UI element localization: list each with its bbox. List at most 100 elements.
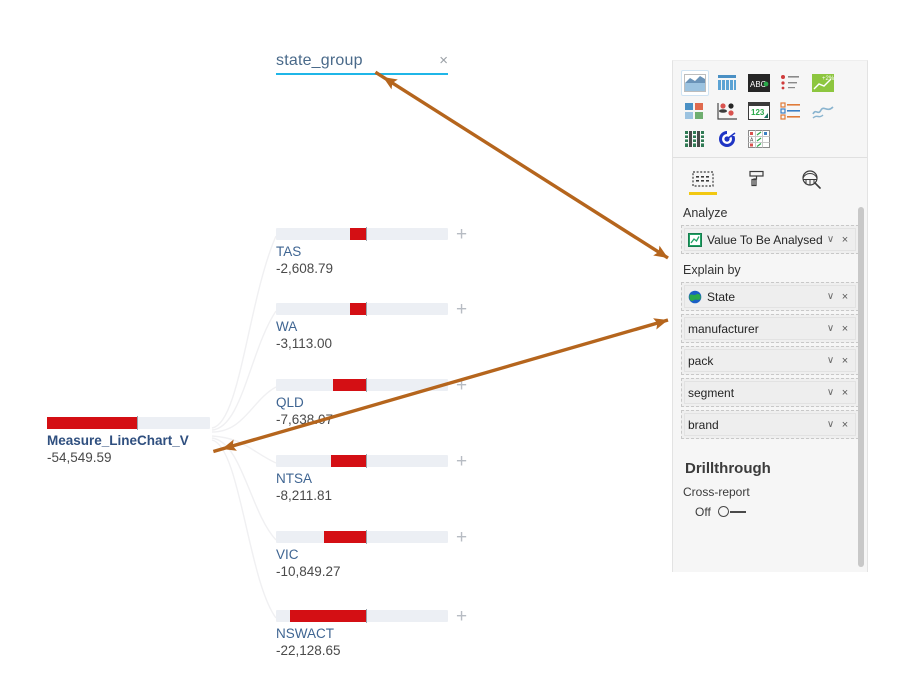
node-bar xyxy=(276,378,448,392)
node-label: NTSA xyxy=(276,471,313,486)
node-bar xyxy=(276,609,448,623)
matrix-icon[interactable]: A xyxy=(745,126,773,152)
node-bar-fill xyxy=(289,610,366,622)
tree-node[interactable]: TAS -2,608.79 xyxy=(276,227,448,278)
node-bar-tick xyxy=(366,227,367,241)
node-bar-tick xyxy=(366,609,367,623)
node-value: -22,128.65 xyxy=(276,643,341,658)
analyze-field-name: Value To Be Analysed xyxy=(707,232,823,247)
report-canvas: state_group × Measure_LineChart_V -54,54… xyxy=(0,0,912,699)
tab-format[interactable] xyxy=(741,168,773,198)
tree-node[interactable]: QLD -7,638.07 xyxy=(276,378,448,429)
tree-root-node[interactable]: Measure_LineChart_V -54,549.59 xyxy=(47,416,210,467)
node-bar-fill xyxy=(333,379,366,391)
remove-field-icon[interactable]: × xyxy=(838,387,852,399)
root-node-bar-tick xyxy=(136,416,138,430)
tab-fields[interactable] xyxy=(687,168,719,198)
expand-node-button[interactable]: + xyxy=(456,452,467,471)
tab-format-underline xyxy=(743,192,771,195)
node-value: -8,211.81 xyxy=(276,488,333,503)
remove-field-icon[interactable]: × xyxy=(838,419,852,431)
expand-node-button[interactable]: + xyxy=(456,528,467,547)
explain-by-well[interactable]: pack ∨ × xyxy=(681,346,859,375)
chevron-down-icon[interactable]: ∨ xyxy=(823,355,838,366)
explain-by-well[interactable]: brand ∨ × xyxy=(681,410,859,439)
tab-analytics-underline xyxy=(797,192,825,195)
root-node-bar xyxy=(47,416,210,430)
node-bar-tick xyxy=(366,530,367,544)
tab-analytics[interactable] xyxy=(795,168,827,198)
node-value: -7,638.07 xyxy=(276,412,334,427)
analyze-section-label: Analyze xyxy=(683,206,728,220)
stacked-bar-chart-icon[interactable] xyxy=(681,70,709,96)
arrow-value-field-to-level-header-head xyxy=(383,77,398,90)
remove-field-icon[interactable]: × xyxy=(838,355,852,367)
card-icon[interactable]: 123 xyxy=(745,98,773,124)
remove-field-icon[interactable]: × xyxy=(838,291,852,303)
measure-chart-icon xyxy=(688,232,702,247)
tree-node[interactable]: WA -3,113.00 xyxy=(276,302,448,353)
line-and-column-chart-icon[interactable]: +2% xyxy=(809,70,837,96)
clustered-column-chart-icon[interactable] xyxy=(713,70,741,96)
arrow-state-field-to-root-node-head xyxy=(222,439,237,451)
cross-report-toggle-row[interactable]: Off xyxy=(673,505,867,519)
field-name: pack xyxy=(688,353,714,368)
explain-by-well[interactable]: manufacturer ∨ × xyxy=(681,314,859,343)
node-bar xyxy=(276,227,448,241)
table-icon[interactable] xyxy=(713,126,741,152)
toggle-track xyxy=(729,511,746,513)
expand-node-button[interactable]: + xyxy=(456,300,467,319)
node-bar-fill xyxy=(349,303,366,315)
arrow-value-field-to-level-header-tail-head xyxy=(653,245,668,258)
multi-row-card-icon[interactable] xyxy=(777,98,805,124)
tab-fields-underline xyxy=(689,192,717,195)
node-label: NSWACT xyxy=(276,626,334,641)
waterfall-chart-icon[interactable] xyxy=(777,70,805,96)
expand-node-button[interactable]: + xyxy=(456,376,467,395)
tree-node[interactable]: VIC -10,849.27 xyxy=(276,530,448,581)
node-bar xyxy=(276,302,448,316)
field-name: segment xyxy=(688,385,735,400)
visualization-gallery: ABC +2% 123 A xyxy=(673,61,867,158)
field-name: State xyxy=(707,289,736,304)
node-bar xyxy=(276,454,448,468)
tree-node[interactable]: NSWACT -22,128.65 xyxy=(276,609,448,660)
remove-field-icon[interactable]: × xyxy=(838,323,852,335)
ribbon-chart-icon[interactable]: ABC xyxy=(745,70,773,96)
close-icon[interactable]: × xyxy=(439,53,448,68)
expand-node-button[interactable]: + xyxy=(456,225,467,244)
node-label: VIC xyxy=(276,547,299,562)
drillthrough-title: Drillthrough xyxy=(685,460,771,477)
remove-field-icon[interactable]: × xyxy=(838,234,852,246)
node-bar-fill xyxy=(323,531,366,543)
cross-report-toggle[interactable] xyxy=(717,506,748,518)
explain-by-well[interactable]: segment ∨ × xyxy=(681,378,859,407)
level-header-state-group[interactable]: state_group × xyxy=(276,52,448,75)
node-bar-tick xyxy=(366,378,367,392)
root-node-value: -54,549.59 xyxy=(47,450,112,465)
root-node-bar-fill xyxy=(47,417,137,429)
chevron-down-icon[interactable]: ∨ xyxy=(823,234,838,245)
slicer-icon[interactable] xyxy=(681,126,709,152)
node-value: -2,608.79 xyxy=(276,261,334,276)
chevron-down-icon[interactable]: ∨ xyxy=(823,387,838,398)
explain-by-wells: State ∨ × manufacturer ∨ × pack ∨ × segment ∨ × bran… xyxy=(673,282,867,439)
explain-by-well[interactable]: State ∨ × xyxy=(681,282,859,311)
level-header-label: state_group xyxy=(276,52,363,69)
root-node-label: Measure_LineChart_V xyxy=(47,433,189,448)
chevron-down-icon[interactable]: ∨ xyxy=(823,291,838,302)
analyze-well[interactable]: Value To Be Analysed ∨ × xyxy=(681,225,859,254)
pane-tabs xyxy=(673,158,867,198)
chevron-down-icon[interactable]: ∨ xyxy=(823,323,838,334)
kpi-icon[interactable] xyxy=(809,98,837,124)
node-value: -10,849.27 xyxy=(276,564,341,579)
pane-scrollbar[interactable] xyxy=(858,207,864,567)
scatter-chart-icon[interactable] xyxy=(713,98,741,124)
paint-roller-icon xyxy=(747,168,767,190)
toggle-knob xyxy=(717,506,729,517)
chevron-down-icon[interactable]: ∨ xyxy=(823,419,838,430)
expand-node-button[interactable]: + xyxy=(456,607,467,626)
tree-node[interactable]: NTSA -8,211.81 xyxy=(276,454,448,505)
treemap-icon[interactable] xyxy=(681,98,709,124)
node-value: -3,113.00 xyxy=(276,336,333,351)
